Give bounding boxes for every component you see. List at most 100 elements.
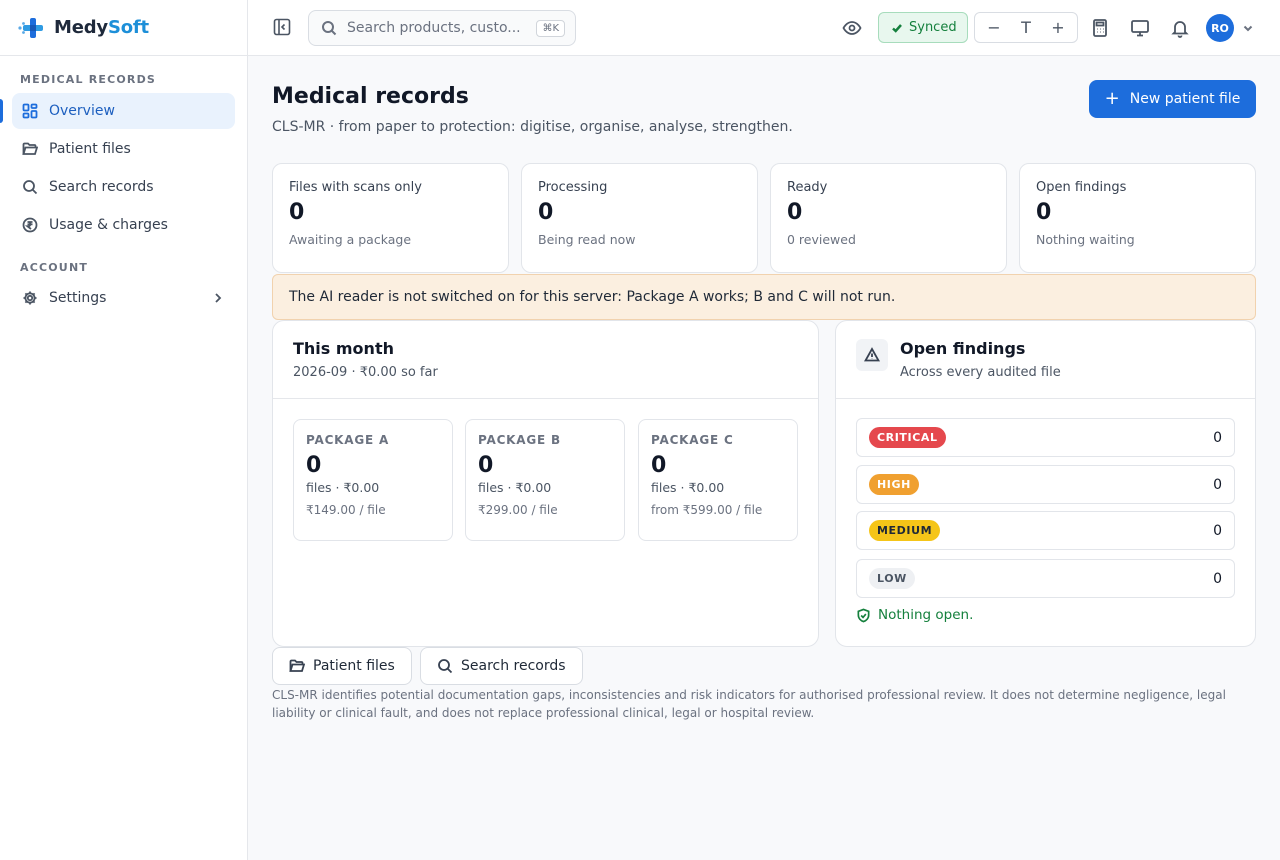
search-icon [438, 659, 453, 674]
package-c-card: PACKAGE C 0 files · ₹0.00 from ₹599.00 /… [638, 419, 798, 541]
sidebar-item-label: Usage & charges [49, 217, 168, 233]
check-icon [892, 23, 902, 33]
monitor-icon[interactable] [1130, 18, 1150, 38]
nothing-open-status: Nothing open. [856, 607, 973, 623]
patient-files-link-button[interactable]: Patient files [272, 647, 412, 685]
severity-badge: LOW [869, 568, 915, 589]
severity-row-low[interactable]: LOW 0 [856, 559, 1235, 598]
ai-reader-warning-banner: The AI reader is not switched on for thi… [272, 274, 1256, 320]
folder-open-icon [289, 659, 305, 672]
stat-value: 0 [289, 200, 305, 225]
plus-icon: + [1104, 88, 1120, 109]
brand[interactable]: MedySoft [0, 0, 247, 56]
search-placeholder: Search products, custo... [347, 20, 521, 36]
stat-card-processing: Processing 0 Being read now [521, 163, 758, 273]
search-icon [322, 21, 337, 36]
calculator-icon[interactable] [1090, 18, 1110, 38]
disclaimer-text: CLS-MR identifies potential documentatio… [272, 688, 1226, 720]
severity-row-high[interactable]: HIGH 0 [856, 465, 1235, 504]
sidebar-item-search-records[interactable]: Search records [12, 169, 235, 205]
text-size-icon[interactable]: T [1015, 18, 1037, 37]
sidebar: MedySoft MEDICAL RECORDS Overview Patien… [0, 0, 248, 860]
card-header: This month 2026-09 · ₹0.00 so far [273, 321, 818, 399]
stat-label: Ready [787, 180, 828, 195]
sidebar-toggle-icon[interactable] [272, 17, 292, 37]
sidebar-item-overview[interactable]: Overview [0, 93, 235, 129]
card-header: Open findings Across every audited file [836, 321, 1255, 399]
package-rate: ₹299.00 / file [478, 503, 558, 517]
brand-name-part2: Soft [107, 17, 149, 38]
sidebar-item-settings[interactable]: Settings [12, 280, 235, 316]
severity-badge: CRITICAL [869, 427, 946, 448]
chevron-down-icon[interactable] [1242, 22, 1254, 34]
stat-note: Awaiting a package [289, 232, 412, 247]
severity-count: 0 [1213, 522, 1222, 539]
stat-value: 0 [1036, 200, 1052, 225]
folder-open-icon [22, 142, 38, 155]
sidebar-item-label: Search records [49, 179, 154, 195]
patient-files-link-label: Patient files [313, 658, 395, 674]
brand-name: MedySoft [54, 17, 149, 38]
sync-status-label: Synced [909, 20, 957, 35]
text-decrease-button[interactable]: − [983, 18, 1005, 37]
stat-label: Files with scans only [289, 180, 422, 195]
warning-triangle-icon [856, 339, 888, 371]
card-title: This month [293, 339, 394, 358]
severity-badge: MEDIUM [869, 520, 941, 541]
sidebar-item-label: Overview [49, 103, 115, 119]
stat-value: 0 [538, 200, 554, 225]
card-subtitle: 2026-09 · ₹0.00 so far [293, 365, 438, 380]
text-increase-button[interactable]: + [1047, 18, 1069, 37]
banner-text: The AI reader is not switched on for thi… [289, 289, 896, 305]
stat-card-open-findings: Open findings 0 Nothing waiting [1019, 163, 1256, 273]
bell-icon[interactable] [1170, 18, 1190, 38]
package-b-card: PACKAGE B 0 files · ₹0.00 ₹299.00 / file [465, 419, 625, 541]
eye-icon[interactable] [842, 18, 862, 38]
new-patient-file-button[interactable]: + New patient file [1089, 80, 1256, 118]
stat-note: 0 reviewed [787, 232, 856, 247]
package-files-total: files · ₹0.00 [651, 480, 725, 495]
stat-label: Open findings [1036, 180, 1127, 195]
package-name: PACKAGE A [306, 433, 390, 447]
layout-grid-icon [22, 103, 38, 119]
page-subtitle: CLS-MR · from paper to protection: digit… [272, 119, 793, 135]
brand-name-part1: Medy [54, 17, 108, 38]
text-size-control: − T + [974, 12, 1078, 43]
avatar[interactable]: RO [1206, 14, 1234, 42]
package-name: PACKAGE B [478, 433, 561, 447]
search-icon [23, 180, 38, 195]
this-month-card: This month 2026-09 · ₹0.00 so far PACKAG… [272, 320, 819, 647]
sidebar-item-usage-charges[interactable]: Usage & charges [12, 207, 235, 243]
severity-badge: HIGH [869, 474, 919, 495]
package-rate: ₹149.00 / file [306, 503, 386, 517]
shield-check-icon [857, 608, 870, 622]
section-title-medical-records: MEDICAL RECORDS [20, 73, 157, 86]
package-a-card: PACKAGE A 0 files · ₹0.00 ₹149.00 / file [293, 419, 453, 541]
severity-count: 0 [1213, 429, 1222, 446]
stat-label: Processing [538, 180, 608, 195]
card-title: Open findings [900, 339, 1026, 358]
stat-note: Being read now [538, 232, 636, 247]
search-input[interactable]: Search products, custo... ⌘K [308, 10, 576, 46]
medysoft-logo-icon [18, 17, 43, 38]
package-files-total: files · ₹0.00 [306, 480, 380, 495]
search-records-link-label: Search records [461, 658, 566, 674]
sidebar-item-label: Settings [49, 290, 107, 306]
severity-row-medium[interactable]: MEDIUM 0 [856, 511, 1235, 550]
search-shortcut-badge: ⌘K [536, 19, 565, 37]
gear-icon [23, 291, 37, 305]
nothing-open-text: Nothing open. [878, 607, 974, 623]
sidebar-item-patient-files[interactable]: Patient files [12, 131, 235, 167]
card-subtitle: Across every audited file [900, 365, 1061, 380]
package-files-total: files · ₹0.00 [478, 480, 552, 495]
search-records-link-button[interactable]: Search records [420, 647, 583, 685]
package-name: PACKAGE C [651, 433, 734, 447]
sync-status-badge[interactable]: Synced [878, 12, 968, 43]
stat-card-scans-only: Files with scans only 0 Awaiting a packa… [272, 163, 509, 273]
stat-note: Nothing waiting [1036, 232, 1135, 247]
package-count: 0 [651, 453, 667, 478]
severity-row-critical[interactable]: CRITICAL 0 [856, 418, 1235, 457]
section-title-account: ACCOUNT [20, 261, 89, 274]
page-title: Medical records [272, 84, 469, 109]
package-rate: from ₹599.00 / file [651, 503, 763, 517]
